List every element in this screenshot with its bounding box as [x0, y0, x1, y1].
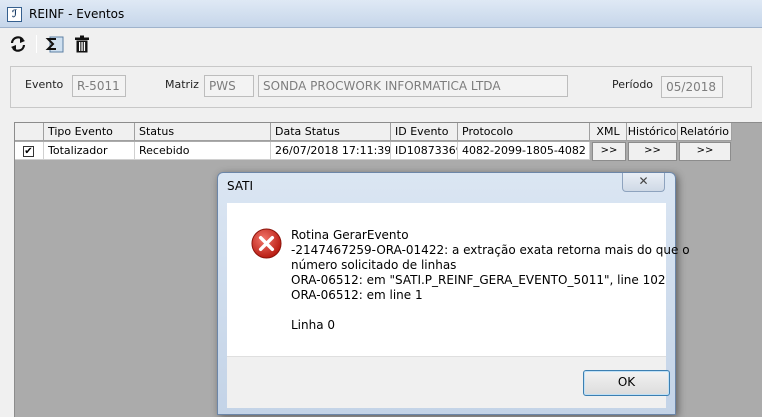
matriz-name-field[interactable]: SONDA PROCWORK INFORMATICA LTDA [258, 75, 568, 97]
grid-header-id-evento[interactable]: ID Evento [391, 123, 458, 141]
message-line: Linha 0 [291, 318, 336, 332]
close-icon: ✕ [638, 174, 649, 188]
error-icon [251, 228, 282, 259]
grid-header-protocolo[interactable]: Protocolo [458, 123, 590, 141]
dialog-body: Rotina GerarEvento -2147467259-ORA-01422… [227, 203, 690, 356]
error-dialog: SATI ✕ Rotina GerarEvento -2147467259-OR… [217, 172, 690, 415]
title-bar: ℐ REINF - Eventos [0, 0, 762, 28]
xml-button[interactable]: >> [592, 142, 626, 161]
ok-button[interactable]: OK [583, 370, 670, 396]
evento-label: Evento [25, 78, 64, 91]
grid-header-data-status[interactable]: Data Status [271, 123, 391, 141]
trash-icon [75, 35, 89, 53]
refresh-icon [10, 36, 26, 52]
periodo-label: Período [612, 78, 654, 91]
error-message: Rotina GerarEvento -2147467259-ORA-01422… [291, 228, 690, 333]
grid-header-relatorio[interactable]: Relatório [678, 123, 732, 141]
grid-header-tipo[interactable]: Tipo Evento [44, 123, 135, 141]
cell-protocolo: 4082-2099-1805-4082 [458, 142, 590, 160]
grid-header-select [15, 123, 44, 141]
toolbar-separator [36, 35, 37, 53]
matriz-code-field[interactable]: PWS [204, 75, 254, 97]
message-line: número solicitado de linhas [291, 258, 457, 272]
message-line: -2147467259-ORA-01422: a extração exata … [291, 243, 690, 257]
grid-header-xml[interactable]: XML [590, 123, 627, 141]
cell-id-evento: ID10873369 [391, 142, 458, 160]
delete-button[interactable] [70, 32, 94, 56]
message-line: ORA-06512: em "SATI.P_REINF_GERA_EVENTO_… [291, 273, 666, 287]
cell-data-status: 26/07/2018 17:11:39 [271, 142, 391, 160]
grid-header-historico[interactable]: Histórico [627, 123, 678, 141]
row-checkbox[interactable]: ✔ [23, 146, 34, 157]
cell-tipo: Totalizador [44, 142, 135, 160]
toolbar [0, 29, 762, 59]
totalize-button[interactable] [43, 32, 67, 56]
message-line: Rotina GerarEvento [291, 228, 409, 242]
evento-field[interactable]: R-5011 [72, 75, 126, 97]
historico-button[interactable]: >> [628, 142, 677, 161]
relatorio-button[interactable]: >> [679, 142, 731, 161]
filter-panel: Evento R-5011 Matriz PWS SONDA PROCWORK … [10, 66, 752, 108]
sum-icon [45, 36, 64, 53]
matriz-label: Matriz [165, 78, 199, 91]
periodo-field[interactable]: 05/2018 [661, 76, 723, 98]
dialog-footer: OK [227, 356, 670, 408]
app-logo-icon: ℐ [7, 7, 22, 22]
dialog-title: SATI [227, 179, 253, 193]
cell-status: Recebido [135, 142, 271, 160]
dialog-close-button[interactable]: ✕ [622, 173, 665, 192]
grid-header-status[interactable]: Status [135, 123, 271, 141]
message-line: ORA-06512: em line 1 [291, 288, 423, 302]
window-title: REINF - Eventos [29, 7, 125, 21]
refresh-button[interactable] [6, 32, 30, 56]
message-line [291, 303, 661, 318]
